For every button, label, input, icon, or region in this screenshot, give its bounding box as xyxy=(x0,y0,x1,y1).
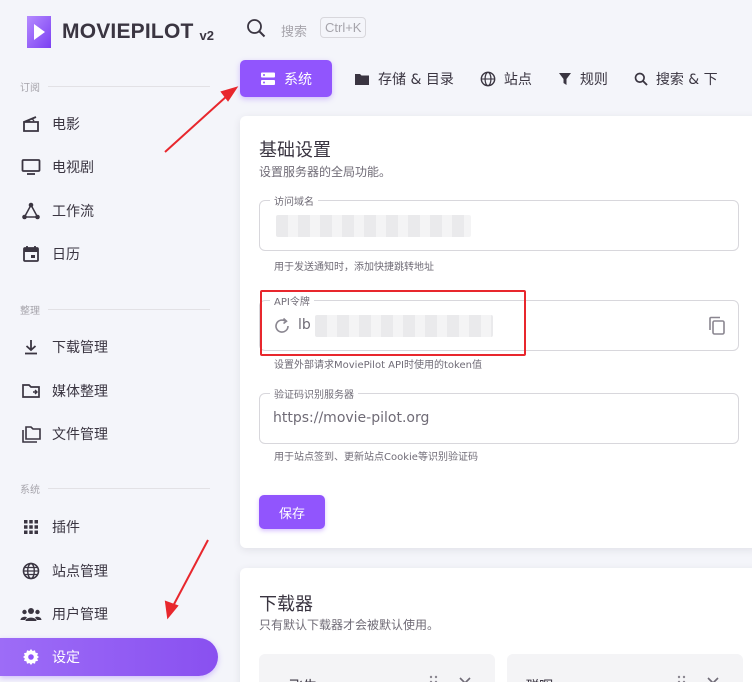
settings-tabs: 系统 存储 & 目录 站点 规则 搜索 & 下 xyxy=(240,60,740,97)
downloader-item[interactable]: 飞牛 xyxy=(259,654,495,682)
sidebar-item-media-organize[interactable]: 媒体整理 xyxy=(0,372,218,410)
drag-handle-icon[interactable] xyxy=(429,674,439,682)
downloader-item-title: 飞牛 xyxy=(289,676,317,682)
tab-storage[interactable]: 存储 & 目录 xyxy=(350,60,458,97)
sidebar-item-label: 插件 xyxy=(52,520,80,536)
sidebar-item-label: 文件管理 xyxy=(52,427,108,443)
brand-name: MOVIEPILOT xyxy=(62,20,194,43)
sidebar-item-file-manager[interactable]: 文件管理 xyxy=(0,415,218,453)
users-icon xyxy=(20,603,42,625)
drag-handle-icon[interactable] xyxy=(677,674,687,682)
workflow-icon xyxy=(20,200,42,222)
filter-icon xyxy=(558,72,572,86)
api-token-field-hint: 设置外部请求MoviePilot API时使用的token值 xyxy=(274,360,482,371)
sidebar-item-label: 用户管理 xyxy=(52,607,108,623)
captcha-server-value: https://movie-pilot.org xyxy=(273,410,430,426)
sidebar-item-plugins[interactable]: 插件 xyxy=(0,508,218,546)
download-icon xyxy=(20,336,42,358)
plugins-grid-icon xyxy=(20,516,42,538)
search-icon[interactable] xyxy=(246,18,266,42)
section-label-organize: 整理 xyxy=(20,302,210,317)
basic-settings-title: 基础设置 xyxy=(259,140,331,161)
tab-system[interactable]: 系统 xyxy=(240,60,332,97)
section-label-system: 系统 xyxy=(20,481,210,496)
basic-settings-subtitle: 设置服务器的全局功能。 xyxy=(259,165,392,179)
close-icon[interactable] xyxy=(459,674,471,682)
domain-field[interactable]: 访问域名 xyxy=(259,193,739,251)
search-icon xyxy=(634,72,648,86)
sidebar-item-tv[interactable]: 电视剧 xyxy=(0,148,218,186)
tab-rules[interactable]: 规则 xyxy=(554,60,612,97)
tv-icon xyxy=(20,156,42,178)
sidebar-item-label: 媒体整理 xyxy=(52,384,108,400)
sidebar-item-settings[interactable]: 设定 xyxy=(0,638,218,676)
sidebar-item-label: 站点管理 xyxy=(52,564,108,580)
sidebar-item-label: 设定 xyxy=(52,650,80,666)
topbar: 搜索 Ctrl+K xyxy=(228,0,752,60)
sidebar-item-label: 下载管理 xyxy=(52,340,108,356)
sidebar-item-sites[interactable]: 站点管理 xyxy=(0,552,218,590)
globe-icon xyxy=(20,560,42,582)
sidebar-item-label: 工作流 xyxy=(52,204,94,220)
calendar-icon xyxy=(20,243,42,265)
section-label-subscribe: 订阅 xyxy=(20,79,210,94)
save-button[interactable]: 保存 xyxy=(259,495,325,529)
file-manager-icon xyxy=(20,423,42,445)
downloader-item[interactable]: 群晖 xyxy=(507,654,743,682)
search-trigger[interactable]: 搜索 xyxy=(281,21,307,40)
captcha-server-field[interactable]: 验证码识别服务器 https://movie-pilot.org xyxy=(259,386,739,444)
downloader-item-title: 群晖 xyxy=(525,676,553,682)
downloader-title: 下载器 xyxy=(259,594,313,615)
downloader-card: 下载器 只有默认下载器才会被默认使用。 飞牛 群晖 xyxy=(240,568,752,682)
moviepilot-logo-icon xyxy=(27,16,51,48)
domain-field-label: 访问域名 xyxy=(270,193,318,208)
sidebar-item-downloads[interactable]: 下载管理 xyxy=(0,328,218,366)
brand-version: v2 xyxy=(199,27,214,43)
globe-icon xyxy=(480,71,496,87)
sidebar-item-label: 电影 xyxy=(52,117,80,133)
sidebar-item-label: 电视剧 xyxy=(52,160,94,176)
sidebar-item-label: 日历 xyxy=(52,247,80,263)
search-shortcut: Ctrl+K xyxy=(320,17,367,38)
sidebar-item-movies[interactable]: 电影 xyxy=(0,105,218,143)
tab-sites[interactable]: 站点 xyxy=(476,60,536,97)
sidebar-item-workflow[interactable]: 工作流 xyxy=(0,192,218,230)
redacted-value xyxy=(276,215,471,237)
domain-field-hint: 用于发送通知时，添加快捷跳转地址 xyxy=(274,262,434,273)
sidebar: MOVIEPILOT v2 订阅 电影 电视剧 工作流 日历 整理 下载管理 媒… xyxy=(0,0,228,682)
captcha-server-field-label: 验证码识别服务器 xyxy=(270,386,358,401)
copy-icon[interactable] xyxy=(708,316,726,340)
tab-search-download[interactable]: 搜索 & 下 xyxy=(630,60,722,97)
captcha-server-field-hint: 用于站点签到、更新站点Cookie等识别验证码 xyxy=(274,452,478,463)
brand-logo[interactable]: MOVIEPILOT v2 xyxy=(24,14,214,50)
annotation-highlight-box xyxy=(260,290,526,356)
sidebar-item-users[interactable]: 用户管理 xyxy=(0,595,218,633)
server-icon xyxy=(260,71,276,87)
folder-icon xyxy=(354,72,370,86)
sidebar-item-calendar[interactable]: 日历 xyxy=(0,235,218,273)
close-icon[interactable] xyxy=(707,674,719,682)
downloader-subtitle: 只有默认下载器才会被默认使用。 xyxy=(259,618,440,632)
movie-icon xyxy=(20,113,42,135)
media-organize-icon xyxy=(20,380,42,402)
gear-icon xyxy=(20,646,42,668)
